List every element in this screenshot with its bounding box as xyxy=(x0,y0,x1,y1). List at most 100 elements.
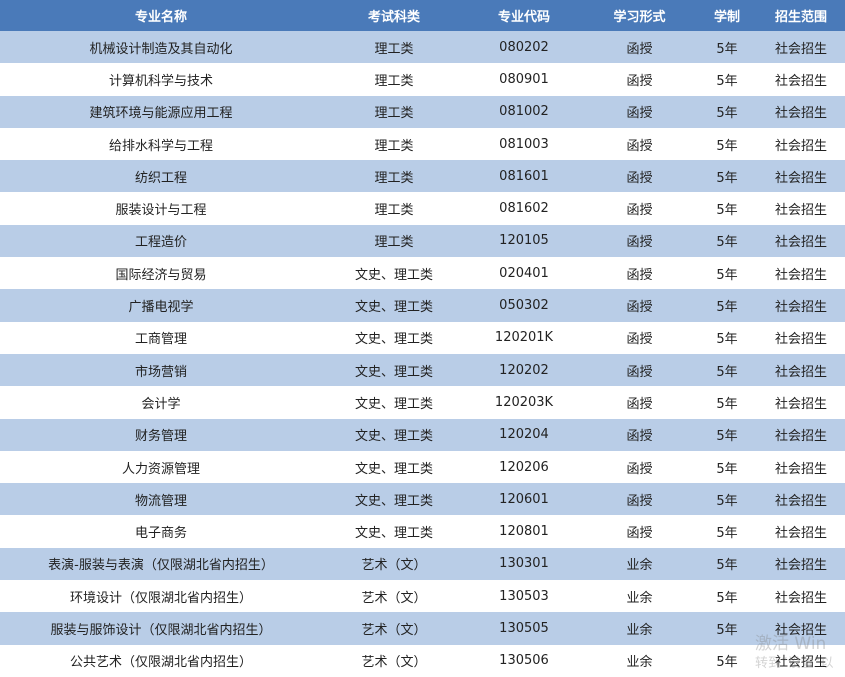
cell-study-mode: 函授 xyxy=(582,31,697,64)
table-row: 表演-服装与表演（仅限湖北省内招生） 艺术（文） 130301 业余 5年 社会招生 xyxy=(0,547,845,581)
cell-major-name: 广播电视学 xyxy=(0,289,322,322)
table-row: 服装与服饰设计（仅限湖北省内招生） 艺术（文） 130505 业余 5年 社会招生 xyxy=(0,612,845,645)
cell-exam-category: 艺术（文） xyxy=(322,547,466,581)
cell-major-code: 080202 xyxy=(466,31,582,64)
cell-exam-category: 文史、理工类 xyxy=(322,515,466,548)
cell-exam-category: 理工类 xyxy=(322,31,466,64)
table-row: 公共艺术（仅限湖北省内招生） 艺术（文） 130506 业余 5年 社会招生 xyxy=(0,644,845,677)
cell-enrollment-scope: 社会招生 xyxy=(757,353,845,387)
cell-enrollment-scope: 社会招生 xyxy=(757,547,845,581)
cell-major-code: 050302 xyxy=(466,289,582,322)
cell-major-name: 市场营销 xyxy=(0,353,322,387)
cell-duration: 5年 xyxy=(697,483,757,516)
cell-major-code: 120204 xyxy=(466,418,582,451)
cell-major-code: 120203K xyxy=(466,386,582,419)
cell-major-name: 电子商务 xyxy=(0,515,322,548)
header-major-name: 专业名称 xyxy=(0,0,322,31)
table-row: 工商管理 文史、理工类 120201K 函授 5年 社会招生 xyxy=(0,321,845,354)
cell-exam-category: 理工类 xyxy=(322,95,466,128)
table-body: 机械设计制造及其自动化 理工类 080202 函授 5年 社会招生 计算机科学与技术 理工类 0… xyxy=(0,31,845,677)
cell-study-mode: 业余 xyxy=(582,644,697,677)
table-row: 会计学 文史、理工类 120203K 函授 5年 社会招生 xyxy=(0,386,845,419)
cell-major-code: 120801 xyxy=(466,515,582,548)
cell-enrollment-scope: 社会招生 xyxy=(757,321,845,354)
cell-study-mode: 函授 xyxy=(582,224,697,258)
cell-duration: 5年 xyxy=(697,289,757,322)
table-row: 建筑环境与能源应用工程 理工类 081002 函授 5年 社会招生 xyxy=(0,95,845,128)
cell-study-mode: 函授 xyxy=(582,257,697,290)
cell-duration: 5年 xyxy=(697,160,757,193)
cell-major-name: 公共艺术（仅限湖北省内招生） xyxy=(0,644,322,677)
cell-duration: 5年 xyxy=(697,31,757,64)
cell-exam-category: 理工类 xyxy=(322,192,466,225)
cell-enrollment-scope: 社会招生 xyxy=(757,418,845,451)
cell-exam-category: 艺术（文） xyxy=(322,580,466,613)
cell-exam-category: 文史、理工类 xyxy=(322,386,466,419)
cell-major-code: 120202 xyxy=(466,353,582,387)
header-enrollment-scope: 招生范围 xyxy=(757,0,845,31)
cell-study-mode: 函授 xyxy=(582,483,697,516)
cell-exam-category: 文史、理工类 xyxy=(322,353,466,387)
cell-duration: 5年 xyxy=(697,547,757,581)
cell-major-code: 020401 xyxy=(466,257,582,290)
table-header-row: 专业名称 考试科类 专业代码 学习形式 学制 招生范围 xyxy=(0,0,845,31)
table-row: 国际经济与贸易 文史、理工类 020401 函授 5年 社会招生 xyxy=(0,257,845,290)
table-row: 工程造价 理工类 120105 函授 5年 社会招生 xyxy=(0,224,845,258)
cell-duration: 5年 xyxy=(697,257,757,290)
cell-major-name: 建筑环境与能源应用工程 xyxy=(0,95,322,128)
cell-exam-category: 理工类 xyxy=(322,224,466,258)
header-exam-category: 考试科类 xyxy=(322,0,466,31)
cell-major-name: 计算机科学与技术 xyxy=(0,63,322,96)
table-row: 人力资源管理 文史、理工类 120206 函授 5年 社会招生 xyxy=(0,450,845,484)
cell-major-name: 工商管理 xyxy=(0,321,322,354)
cell-major-name: 环境设计（仅限湖北省内招生） xyxy=(0,580,322,613)
cell-major-code: 120206 xyxy=(466,450,582,484)
cell-exam-category: 理工类 xyxy=(322,160,466,193)
cell-duration: 5年 xyxy=(697,95,757,128)
cell-major-name: 给排水科学与工程 xyxy=(0,127,322,161)
cell-major-code: 120105 xyxy=(466,224,582,258)
cell-exam-category: 文史、理工类 xyxy=(322,257,466,290)
cell-exam-category: 文史、理工类 xyxy=(322,321,466,354)
cell-duration: 5年 xyxy=(697,515,757,548)
cell-enrollment-scope: 社会招生 xyxy=(757,63,845,96)
table-row: 计算机科学与技术 理工类 080901 函授 5年 社会招生 xyxy=(0,63,845,96)
cell-study-mode: 业余 xyxy=(582,612,697,645)
table-row: 市场营销 文史、理工类 120202 函授 5年 社会招生 xyxy=(0,353,845,387)
cell-enrollment-scope: 社会招生 xyxy=(757,644,845,677)
cell-enrollment-scope: 社会招生 xyxy=(757,289,845,322)
cell-major-code: 080901 xyxy=(466,63,582,96)
cell-study-mode: 函授 xyxy=(582,95,697,128)
cell-duration: 5年 xyxy=(697,63,757,96)
cell-study-mode: 函授 xyxy=(582,63,697,96)
cell-study-mode: 函授 xyxy=(582,127,697,161)
cell-duration: 5年 xyxy=(697,644,757,677)
table-row: 电子商务 文史、理工类 120801 函授 5年 社会招生 xyxy=(0,515,845,548)
cell-major-name: 表演-服装与表演（仅限湖北省内招生） xyxy=(0,547,322,581)
table-row: 机械设计制造及其自动化 理工类 080202 函授 5年 社会招生 xyxy=(0,31,845,64)
cell-major-code: 081002 xyxy=(466,95,582,128)
cell-major-code: 081602 xyxy=(466,192,582,225)
cell-major-name: 工程造价 xyxy=(0,224,322,258)
cell-exam-category: 文史、理工类 xyxy=(322,483,466,516)
cell-major-name: 国际经济与贸易 xyxy=(0,257,322,290)
cell-enrollment-scope: 社会招生 xyxy=(757,192,845,225)
cell-study-mode: 函授 xyxy=(582,192,697,225)
cell-major-name: 物流管理 xyxy=(0,483,322,516)
cell-major-code: 130503 xyxy=(466,580,582,613)
cell-enrollment-scope: 社会招生 xyxy=(757,515,845,548)
cell-enrollment-scope: 社会招生 xyxy=(757,160,845,193)
table-row: 纺织工程 理工类 081601 函授 5年 社会招生 xyxy=(0,160,845,193)
cell-duration: 5年 xyxy=(697,386,757,419)
cell-study-mode: 函授 xyxy=(582,160,697,193)
majors-table: 专业名称 考试科类 专业代码 学习形式 学制 招生范围 机械设计制造及其自动化理… xyxy=(0,0,845,677)
table-row: 广播电视学 文史、理工类 050302 函授 5年 社会招生 xyxy=(0,289,845,322)
cell-major-code: 130506 xyxy=(466,644,582,677)
cell-enrollment-scope: 社会招生 xyxy=(757,257,845,290)
cell-major-code: 130505 xyxy=(466,612,582,645)
cell-major-code: 120201K xyxy=(466,321,582,354)
cell-study-mode: 函授 xyxy=(582,386,697,419)
cell-major-name: 财务管理 xyxy=(0,418,322,451)
cell-major-name: 人力资源管理 xyxy=(0,450,322,484)
cell-enrollment-scope: 社会招生 xyxy=(757,31,845,64)
